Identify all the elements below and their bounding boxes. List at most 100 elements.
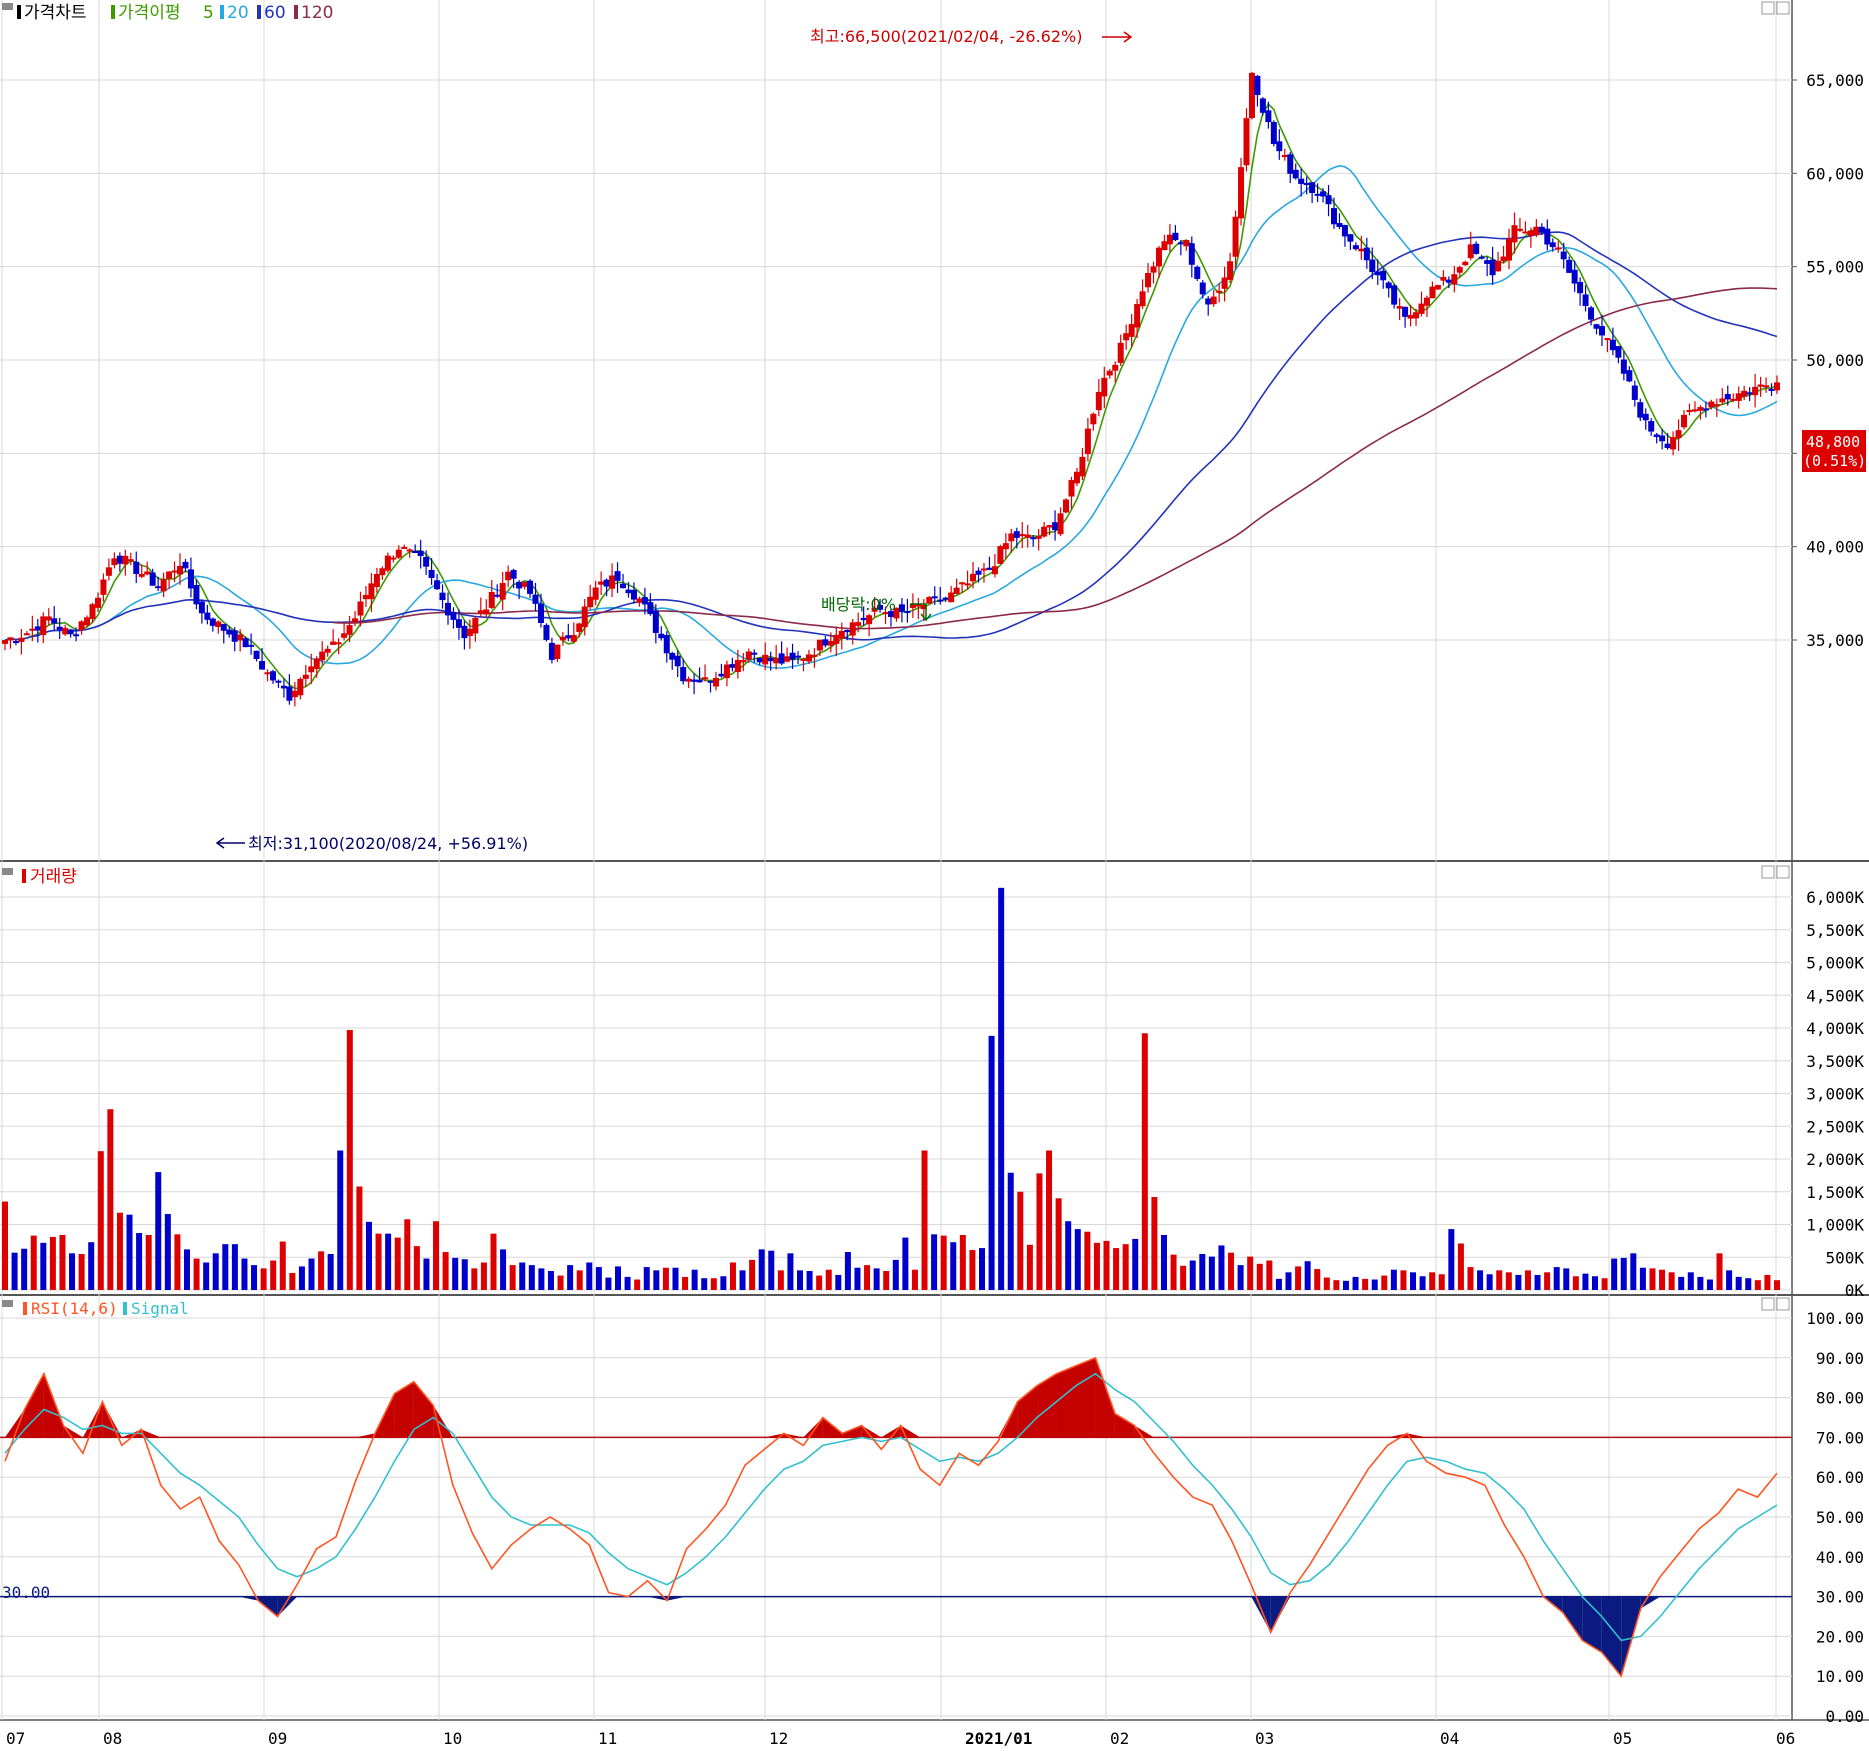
candle-body: [1522, 231, 1529, 234]
rsi-tick-label: 50.00: [1816, 1508, 1864, 1527]
volume-bar: [672, 1267, 679, 1290]
candle-body: [423, 556, 430, 567]
candle-body: [1549, 242, 1556, 248]
candle-body: [609, 575, 616, 589]
candle-body: [516, 581, 523, 589]
candle-body: [1155, 247, 1162, 267]
volume-bar: [1084, 1231, 1091, 1290]
candle-body: [417, 550, 424, 557]
volume-bar: [260, 1268, 267, 1290]
month-label: 07: [6, 1729, 25, 1748]
volume-bar: [1774, 1280, 1780, 1290]
minimize-icon[interactable]: [1761, 1, 1775, 15]
volume-bar: [873, 1268, 880, 1290]
candle-body: [1068, 480, 1075, 497]
candle-body: [1057, 513, 1064, 535]
candle-body: [177, 565, 184, 575]
panel-collapse-icon[interactable]: [2, 3, 13, 10]
volume-bar: [11, 1252, 18, 1290]
candle-body: [1270, 121, 1277, 145]
volume-bar: [327, 1253, 334, 1290]
candle-body: [1325, 195, 1332, 205]
candle-body: [1544, 228, 1551, 245]
candle-body: [795, 655, 802, 658]
candle-body: [964, 583, 971, 586]
volume-bar: [1486, 1274, 1493, 1290]
candle-body: [970, 573, 977, 582]
candle-body: [193, 585, 200, 605]
price-panel-title: 가격차트: [24, 3, 87, 23]
candle-body: [1648, 421, 1655, 432]
volume-bar: [1113, 1248, 1120, 1290]
volume-bar: [519, 1262, 526, 1290]
volume-bar: [787, 1253, 794, 1290]
volume-close-icon[interactable]: [1776, 865, 1790, 879]
candle-body: [1604, 338, 1611, 341]
candle-body: [428, 569, 435, 578]
price-tick-label: 65,000: [1806, 71, 1864, 90]
candle-body: [696, 679, 703, 683]
volume-bar: [691, 1269, 698, 1290]
candle-body: [570, 635, 577, 642]
volume-bar: [864, 1265, 871, 1290]
close-icon[interactable]: [1776, 1, 1790, 15]
candle-body: [1615, 346, 1622, 358]
volume-bar: [758, 1249, 765, 1290]
candle-body: [959, 582, 966, 585]
candle-body: [543, 624, 550, 640]
candle-body: [1511, 225, 1518, 243]
candle-body: [182, 561, 189, 569]
candle-body: [1030, 537, 1037, 540]
volume-bar: [1304, 1261, 1311, 1290]
candle-body: [1429, 286, 1436, 299]
candle-body: [663, 635, 670, 654]
candle-body: [1413, 312, 1420, 319]
volume-bar: [1218, 1245, 1225, 1290]
legend-ma20: 20: [227, 3, 249, 23]
volume-collapse-icon[interactable]: [2, 868, 13, 875]
candle-body: [680, 667, 687, 682]
volume-minimize-icon[interactable]: [1761, 865, 1775, 879]
volume-bar: [1132, 1238, 1139, 1290]
candle-body: [1177, 242, 1184, 245]
candle-body: [1079, 456, 1086, 477]
candle-body: [1642, 413, 1649, 421]
candle-body: [1248, 72, 1255, 119]
volume-bar: [241, 1258, 248, 1290]
candle-body: [133, 561, 140, 575]
candle-body: [1598, 326, 1605, 336]
candle-body: [122, 555, 129, 565]
candle-body: [67, 629, 74, 635]
candle-body: [1292, 169, 1299, 179]
month-label: 2021/01: [965, 1729, 1032, 1748]
legend-swatch-ma120: [294, 5, 298, 19]
candle-body: [111, 558, 118, 566]
volume-bar: [624, 1276, 631, 1290]
candle-body: [991, 566, 998, 575]
candle-body: [1046, 525, 1053, 528]
candle-body: [1019, 534, 1026, 537]
volume-bar: [1314, 1269, 1321, 1290]
candle-body: [1216, 290, 1223, 293]
rsi-collapse-icon[interactable]: [2, 1300, 13, 1307]
candle-body: [1309, 182, 1316, 193]
candle-body: [269, 671, 276, 681]
candle-body: [40, 616, 47, 636]
candle-body: [1691, 409, 1698, 412]
volume-bar: [806, 1271, 813, 1290]
rsi-close-icon[interactable]: [1776, 1297, 1790, 1311]
candle-body: [1440, 276, 1447, 281]
rsi-minimize-icon[interactable]: [1761, 1297, 1775, 1311]
candle-body: [1161, 241, 1168, 251]
month-label: 12: [769, 1729, 788, 1748]
candle-body: [1199, 282, 1206, 295]
candle-body: [1134, 304, 1141, 328]
volume-tick-label: 3,500K: [1806, 1052, 1864, 1071]
volume-bar: [1477, 1270, 1484, 1290]
candle-body: [1101, 377, 1108, 397]
rsi-tick-label: 20.00: [1816, 1627, 1864, 1646]
volume-bar: [452, 1257, 459, 1290]
candle-body: [499, 583, 506, 600]
candle-body: [1090, 413, 1097, 425]
volume-bar: [1410, 1272, 1417, 1290]
